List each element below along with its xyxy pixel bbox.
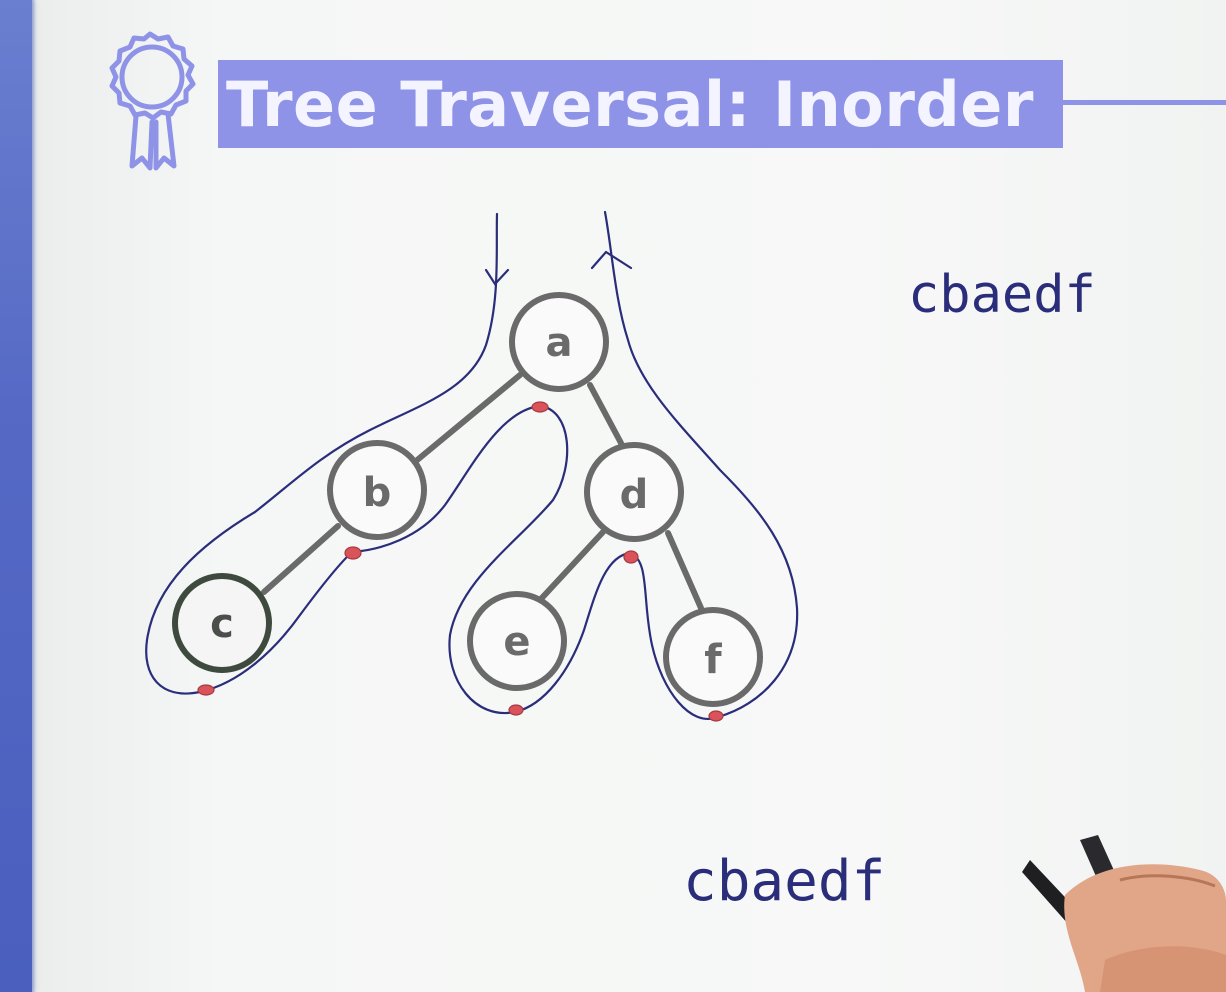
result-bottom: cbaedf: [683, 849, 885, 914]
node-e: e: [467, 591, 567, 691]
visit-mark-a: [531, 401, 549, 413]
tree-diagram: a b d c e f cbaedf cbaedf: [145, 210, 1226, 992]
node-f: f: [663, 607, 763, 707]
visit-mark-c: [197, 684, 215, 696]
edge-a-b: [413, 372, 523, 464]
visit-mark-f: [708, 710, 724, 722]
node-e-label: e: [503, 619, 530, 665]
node-c: c: [172, 573, 272, 673]
whiteboard-slide: Tree Traversal: Inorder a b d c e f cbae…: [0, 0, 1226, 992]
result-top: cbaedf: [908, 265, 1096, 325]
node-d-label: d: [620, 472, 649, 518]
edge-d-e: [537, 529, 606, 603]
presenter-hand: [1022, 835, 1226, 992]
node-a-label: a: [546, 320, 573, 366]
node-b: b: [327, 440, 427, 540]
tree-nodes: a b d c e f: [172, 292, 763, 707]
visit-mark-b: [344, 546, 362, 560]
edge-b-c: [261, 523, 341, 595]
node-c-label: c: [210, 601, 234, 647]
node-f-label: f: [704, 637, 722, 683]
node-a: a: [509, 292, 609, 392]
visit-mark-e: [508, 704, 524, 716]
edge-d-f: [665, 530, 704, 611]
node-b-label: b: [363, 470, 392, 516]
edge-a-d: [587, 382, 624, 446]
visit-mark-d: [623, 550, 639, 564]
node-d: d: [584, 442, 684, 542]
